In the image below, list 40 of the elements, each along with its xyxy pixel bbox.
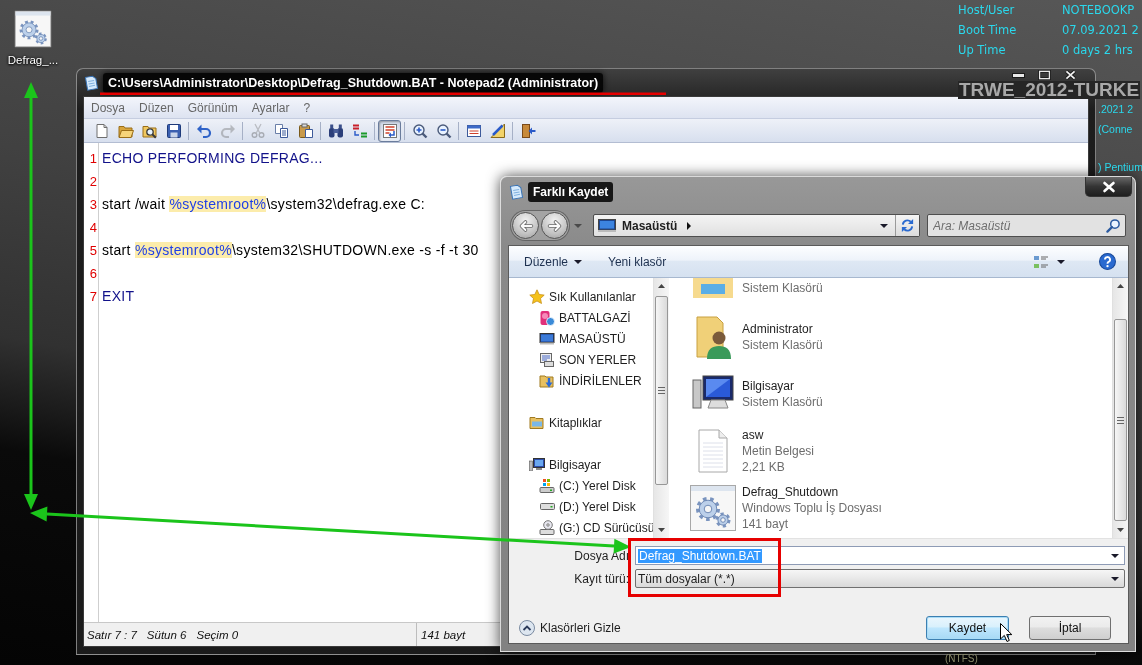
status-text: Seçim 0 bbox=[196, 628, 239, 641]
code-line: EXIT bbox=[102, 287, 135, 306]
file-detail: 141 bayt bbox=[742, 515, 789, 532]
line-number: 7 bbox=[88, 288, 98, 306]
file-name: Bilgisayar bbox=[742, 377, 795, 394]
status-text: Satır 7 : 7 bbox=[87, 628, 137, 641]
widget-value: 0 days 2 hrs bbox=[1062, 43, 1133, 57]
status-text: 141 bayt bbox=[421, 628, 466, 641]
widget-value: 07.09.2021 2 bbox=[1062, 23, 1139, 37]
code-line: start %systemroot%\system32\SHUTDOWN.exe -s -f -t 30 bbox=[102, 241, 479, 260]
line-number: 1 bbox=[88, 150, 98, 168]
widget-label: Boot Time bbox=[958, 23, 1017, 37]
file-name: asw bbox=[742, 426, 764, 443]
line-number: 6 bbox=[88, 265, 98, 283]
line-number: 4 bbox=[88, 219, 98, 237]
widget-value: NOTEBOOKP bbox=[1062, 3, 1135, 17]
widget-text: .2021 2 bbox=[1098, 102, 1134, 117]
file-detail: Sistem Klasörü bbox=[742, 393, 823, 410]
widget-text: ) Pentium bbox=[1098, 160, 1142, 175]
line-number: 5 bbox=[88, 242, 98, 260]
file-detail: Sistem Klasörü bbox=[742, 336, 823, 353]
status-text: Sütun 6 bbox=[146, 628, 187, 641]
file-name: Administrator bbox=[742, 320, 813, 337]
code-line: start /wait %systemroot%\system32\defrag.exe C: bbox=[102, 195, 425, 214]
line-number: 2 bbox=[88, 173, 98, 191]
code-line: ECHO PERFORMING DEFRAG... bbox=[102, 149, 323, 168]
file-detail: Windows Toplu İş Dosyası bbox=[742, 499, 882, 516]
machine-name: TRWE_2012-TURKE bbox=[958, 81, 1141, 99]
file-detail: Sistem Klasörü bbox=[742, 280, 823, 296]
line-number: 3 bbox=[88, 196, 98, 214]
dialog-title: Farklı Kaydet bbox=[528, 181, 614, 202]
widget-label: Up Time bbox=[958, 43, 1006, 57]
widget-text: (NTFS) bbox=[945, 653, 978, 665]
file-detail: Metin Belgesi bbox=[742, 442, 815, 459]
widget-text: (Conne bbox=[1098, 122, 1133, 137]
file-detail: 2,21 KB bbox=[742, 458, 785, 475]
widget-label: Host/User bbox=[958, 3, 1015, 17]
window-title: C:\Users\Administrator\Desktop\Defrag_Shutdown.BAT - Notepad2 (Administrator) bbox=[103, 72, 604, 93]
field-label: Kayıt türü: bbox=[574, 571, 629, 586]
file-name: Defrag_Shutdown bbox=[742, 483, 839, 500]
